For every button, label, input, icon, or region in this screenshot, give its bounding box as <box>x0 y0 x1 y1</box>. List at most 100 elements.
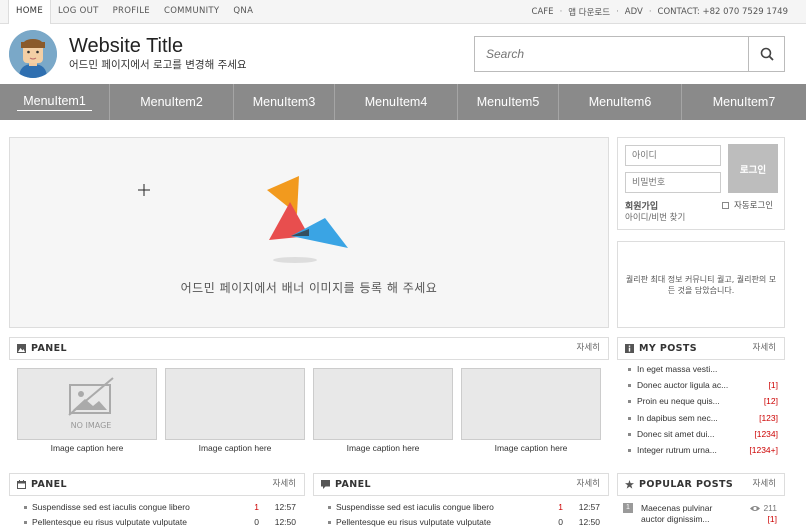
gallery-item[interactable]: Image caption here <box>461 368 601 453</box>
list-item[interactable]: Donec sit amet dui... [1234] <box>628 428 778 444</box>
auto-login-checkbox[interactable]: 자동로그인 <box>722 199 773 211</box>
search-box <box>474 36 785 72</box>
rank-badge: 1 <box>623 503 633 513</box>
panel-left-list: Suspendisse sed est iaculis congue liber… <box>24 501 296 531</box>
list-item[interactable]: In eget massa vesti... <box>628 363 778 379</box>
comment-count: [12] <box>763 396 778 407</box>
top-link-logout[interactable]: LOG OUT <box>51 0 106 23</box>
find-account-link[interactable]: 아이디/비번 찾기 <box>625 211 685 223</box>
banner[interactable]: 어드민 페이지에서 배너 이미지를 등록 해 주세요 <box>9 137 609 328</box>
gallery-thumbnail[interactable]: NO IMAGE <box>17 368 157 440</box>
bullet <box>628 416 631 420</box>
post-title[interactable]: Proin eu neque quis... <box>637 396 720 406</box>
comment-count: 0 <box>558 517 563 527</box>
more-link[interactable]: 자세히 <box>577 338 600 359</box>
nav-item-label: MenuItem6 <box>588 95 652 109</box>
calendar-icon <box>17 480 26 489</box>
image-icon <box>17 344 26 353</box>
comment-count: [1234] <box>754 428 778 439</box>
list-item[interactable]: Pellentesque eu risus vulputate vulputat… <box>328 516 600 531</box>
panel-title: PANEL <box>31 343 67 354</box>
top-link-qna[interactable]: QNA <box>226 0 260 23</box>
top-contact: CONTACT: +82 070 7529 1749 <box>657 6 788 17</box>
list-item[interactable]: Suspendisse sed est iaculis congue liber… <box>24 501 296 516</box>
panel-title: MY POSTS <box>639 343 698 354</box>
avatar-icon <box>9 30 57 78</box>
image-caption: Image caption here <box>198 443 272 453</box>
more-link[interactable]: 자세히 <box>753 338 776 359</box>
post-title[interactable]: Integer rutrum urna... <box>637 445 717 455</box>
top-link-home[interactable]: HOME <box>8 0 51 24</box>
bullet <box>24 521 27 524</box>
post-title[interactable]: Pellentesque eu risus vulputate vulputat… <box>32 517 187 527</box>
more-link[interactable]: 자세히 <box>753 474 776 495</box>
top-link-adv[interactable]: ADV <box>625 7 643 17</box>
logo-avatar[interactable] <box>9 30 57 78</box>
bullet <box>628 432 631 436</box>
site-title[interactable]: Website Title <box>69 35 183 58</box>
nav-item-2[interactable]: MenuItem2 <box>110 84 234 120</box>
site-subtitle: 어드민 페이지에서 로고를 변경해 주세요 <box>69 59 247 71</box>
nav-item-4[interactable]: MenuItem4 <box>335 84 458 120</box>
more-link[interactable]: 자세히 <box>577 474 600 495</box>
gallery-item[interactable]: Image caption here <box>313 368 453 453</box>
id-input[interactable] <box>625 145 721 166</box>
search-button[interactable] <box>749 37 784 71</box>
list-item[interactable]: Donec auctor ligula ac... [1] <box>628 379 778 395</box>
list-item[interactable]: Pellentesque eu risus vulputate vulputat… <box>24 516 296 531</box>
view-count: 211 <box>750 503 777 513</box>
gallery-thumbnail[interactable] <box>165 368 305 440</box>
more-link[interactable]: 자세히 <box>273 474 296 495</box>
banner-text: 어드민 페이지에서 배너 이미지를 등록 해 주세요 <box>180 281 438 295</box>
nav-item-label: MenuItem5 <box>476 95 540 109</box>
top-link-community[interactable]: COMMUNITY <box>157 0 226 23</box>
nav-item-3[interactable]: MenuItem3 <box>234 84 335 120</box>
post-title-continued[interactable]: auctor dignissim... <box>641 514 710 524</box>
post-title[interactable]: Donec auctor ligula ac... <box>637 380 728 390</box>
nav-item-7[interactable]: MenuItem7 <box>682 84 806 120</box>
post-title[interactable]: Suspendisse sed est iaculis congue liber… <box>336 502 494 512</box>
list-item[interactable]: In dapibus sem nec... [123] <box>628 412 778 428</box>
post-title[interactable]: Maecenas pulvinar <box>641 503 712 513</box>
top-link-app-download[interactable]: 앱 다운로드 <box>568 6 610 18</box>
bullet <box>628 368 631 371</box>
no-image-icon <box>68 377 114 416</box>
list-item[interactable]: Proin eu neque quis... [12] <box>628 395 778 411</box>
separator-dot: · <box>648 6 652 17</box>
list-item[interactable]: Suspendisse sed est iaculis congue liber… <box>328 501 600 516</box>
password-input[interactable] <box>625 172 721 193</box>
post-title[interactable]: Suspendisse sed est iaculis congue liber… <box>32 502 190 512</box>
comment-count: [1234+] <box>749 444 778 455</box>
gallery-item[interactable]: Image caption here <box>165 368 305 453</box>
top-right-links: CAFE · 앱 다운로드 · ADV · CONTACT: +82 070 7… <box>532 0 788 23</box>
post-title[interactable]: Donec sit amet dui... <box>637 429 714 439</box>
panel-title: PANEL <box>335 479 371 490</box>
post-title[interactable]: Pellentesque eu risus vulputate vulputat… <box>336 517 491 527</box>
post-title[interactable]: In dapibus sem nec... <box>637 413 718 423</box>
list-item[interactable]: Integer rutrum urna... [1234+] <box>628 444 778 460</box>
separator-dot: · <box>559 6 563 17</box>
login-button[interactable]: 로그인 <box>728 144 778 193</box>
gallery-thumbnail[interactable] <box>461 368 601 440</box>
nav-item-1[interactable]: MenuItem1 <box>0 84 110 120</box>
nav-item-label: MenuItem4 <box>364 95 428 109</box>
search-input[interactable] <box>475 37 749 71</box>
top-link-cafe[interactable]: CAFE <box>532 7 554 17</box>
comment-count: 1 <box>558 502 563 512</box>
comment-count: [1] <box>767 514 777 524</box>
gallery-item[interactable]: NO IMAGE Image caption here <box>17 368 157 453</box>
view-count-value: 211 <box>763 503 777 513</box>
image-caption: Image caption here <box>494 443 568 453</box>
crosshair-cursor-icon <box>138 184 150 196</box>
nav-item-5[interactable]: MenuItem5 <box>458 84 559 120</box>
post-title[interactable]: In eget massa vesti... <box>637 364 717 374</box>
comment-count: 1 <box>254 502 259 512</box>
gallery-thumbnail[interactable] <box>313 368 453 440</box>
image-gallery: NO IMAGE Image caption here Image captio… <box>17 368 609 458</box>
bullet <box>24 506 27 509</box>
nav-item-6[interactable]: MenuItem6 <box>559 84 682 120</box>
my-posts-header: MY POSTS 자세히 <box>617 337 785 360</box>
top-link-profile[interactable]: PROFILE <box>106 0 157 23</box>
separator-dot: · <box>616 6 619 17</box>
nav-item-label: MenuItem3 <box>252 95 316 109</box>
